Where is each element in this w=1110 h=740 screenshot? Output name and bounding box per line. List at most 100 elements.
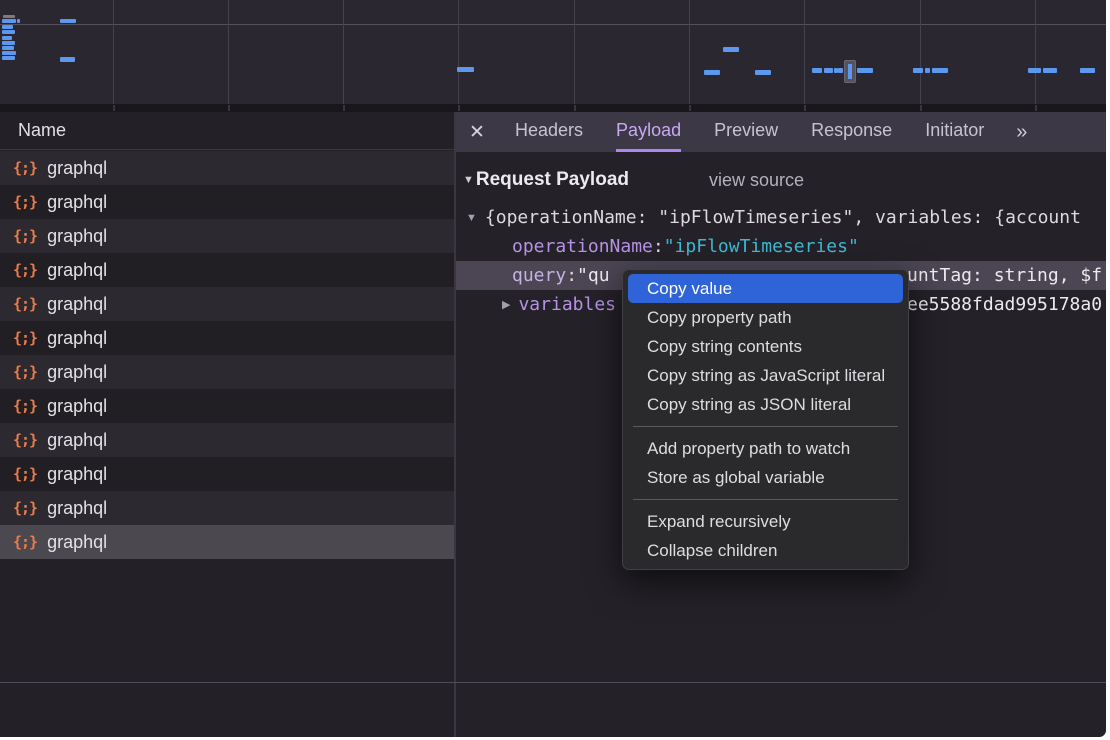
request-timing-bar: [2, 30, 15, 34]
braces-fetch-icon: {;}: [13, 227, 37, 245]
property-value-string: "ipFlowTimeseries": [664, 236, 859, 257]
payload-preview-text: {operationName: "ipFlowTimeseries", vari…: [485, 207, 1081, 228]
query-value-start: "qu: [577, 265, 610, 286]
request-name-label: graphql: [47, 328, 107, 349]
detail-tabbar: ✕ Headers Payload Preview Response Initiator…: [456, 112, 1106, 152]
network-overview-timeline[interactable]: [0, 0, 1106, 104]
request-row[interactable]: {;} graphql: [0, 389, 454, 423]
request-row[interactable]: {;}graphql: [0, 525, 454, 559]
summary-bar-divider: [0, 682, 1106, 683]
request-timing-bar: [457, 67, 474, 72]
colon: :: [653, 236, 664, 257]
braces-fetch-icon: {;}: [13, 397, 37, 415]
request-timing-bar: [913, 68, 923, 73]
request-payload-section-header[interactable]: ▼ Request Payload view source: [456, 165, 629, 195]
request-name-label: graphql: [47, 260, 107, 281]
request-name-label: graphql: [47, 362, 107, 383]
add-property-path-to-watch-menu-item[interactable]: Add property path to watch: [628, 434, 903, 463]
timeline-gridline: [343, 0, 344, 104]
request-row[interactable]: {;}graphql: [0, 321, 454, 355]
request-row[interactable]: {;}graphql: [0, 491, 454, 525]
operation-name-row[interactable]: operationName: "ipFlowTimeseries": [456, 232, 1106, 261]
copy-value-menu-item[interactable]: Copy value: [628, 274, 903, 303]
context-menu: Copy valueCopy property pathCopy string …: [622, 269, 909, 570]
request-row[interactable]: {;}graphql: [0, 219, 454, 253]
request-name-label: graphql: [47, 396, 107, 417]
tab-payload[interactable]: Payload: [616, 112, 681, 152]
request-row[interactable]: {;}graphql: [0, 253, 454, 287]
disclosure-triangle-icon[interactable]: ▼: [466, 212, 477, 224]
selected-request-marker: [844, 60, 856, 83]
detail-tabs: Headers Payload Preview Response Initiator: [515, 112, 984, 152]
collapse-children-menu-item[interactable]: Collapse children: [628, 536, 903, 565]
overview-divider-line: [0, 24, 1106, 25]
timeline-tick: [1035, 105, 1037, 111]
name-column-label: Name: [18, 120, 66, 141]
timeline-tick: [689, 105, 691, 111]
timeline-gridline: [689, 0, 690, 104]
overview-scale-strip: [0, 104, 1106, 112]
close-icon[interactable]: ✕: [469, 121, 493, 144]
property-key: query: [512, 265, 566, 286]
payload-root-row[interactable]: ▼ {operationName: "ipFlowTimeseries", va…: [456, 203, 1106, 232]
copy-string-as-json-literal-menu-item[interactable]: Copy string as JSON literal: [628, 390, 903, 419]
request-timing-bar: [2, 25, 13, 29]
request-timing-bar: [60, 19, 76, 23]
request-name-label: graphql: [47, 158, 107, 179]
timeline-gridline: [228, 0, 229, 104]
request-name-label: graphql: [47, 192, 107, 213]
property-key: operationName: [512, 236, 653, 257]
timeline-tick: [343, 105, 345, 111]
request-name-label: graphql: [47, 294, 107, 315]
overview-loading-bar: [3, 15, 15, 18]
request-timing-bar: [824, 68, 833, 73]
name-column-header[interactable]: Name: [0, 112, 454, 150]
braces-fetch-icon: {;}: [13, 193, 37, 211]
store-as-global-variable-menu-item[interactable]: Store as global variable: [628, 463, 903, 492]
property-key: variables: [518, 294, 616, 315]
request-payload-title: Request Payload: [476, 169, 629, 191]
copy-string-as-javascript-literal-menu-item[interactable]: Copy string as JavaScript literal: [628, 361, 903, 390]
devtools-window: Name {;} graphql {;} graphql {;} graphql {;} gr…: [0, 0, 1106, 737]
timeline-tick: [804, 105, 806, 111]
request-timing-bar: [1080, 68, 1095, 73]
request-timing-bar: [857, 68, 873, 73]
expand-recursively-menu-item[interactable]: Expand recursively: [628, 507, 903, 536]
request-timing-bar: [2, 19, 16, 23]
timeline-gridline: [804, 0, 805, 104]
request-row[interactable]: {;}graphql: [0, 287, 454, 321]
copy-property-path-menu-item[interactable]: Copy property path: [628, 303, 903, 332]
request-row[interactable]: {;}graphql: [0, 355, 454, 389]
timeline-tick: [228, 105, 230, 111]
request-timing-bar: [925, 68, 930, 73]
timeline-gridline: [920, 0, 921, 104]
request-timing-bar: [1028, 68, 1041, 73]
tab-response[interactable]: Response: [811, 112, 892, 152]
request-timing-bar: [755, 70, 771, 75]
network-main-area: Name {;} graphql {;} graphql {;} graphql {;} gr…: [0, 112, 1106, 737]
panel-split-divider[interactable]: [454, 112, 456, 737]
more-tabs-icon[interactable]: »: [1016, 121, 1025, 144]
request-row[interactable]: {;}graphql: [0, 151, 454, 185]
request-timing-bar: [2, 36, 12, 40]
braces-fetch-icon: {;}: [13, 465, 37, 483]
request-row[interactable]: {;}graphql: [0, 423, 454, 457]
request-row[interactable]: {;}graphql: [0, 457, 454, 491]
request-timing-bar: [1043, 68, 1057, 73]
request-row[interactable]: {;} graphql: [0, 185, 454, 219]
variables-value-fragment: ee5588fdad995178a0: [907, 290, 1102, 319]
disclosure-triangle-icon[interactable]: ▶: [502, 298, 510, 311]
view-source-link[interactable]: view source: [709, 170, 804, 191]
tab-preview[interactable]: Preview: [714, 112, 778, 152]
devtools-network-screenshot: Name {;} graphql {;} graphql {;} graphql {;} gr…: [0, 0, 1110, 740]
tab-headers[interactable]: Headers: [515, 112, 583, 152]
braces-fetch-icon: {;}: [13, 431, 37, 449]
copy-string-contents-menu-item[interactable]: Copy string contents: [628, 332, 903, 361]
request-timing-bar: [17, 19, 20, 23]
request-timing-bar: [60, 57, 75, 62]
timeline-tick: [113, 105, 115, 111]
braces-fetch-icon: {;}: [13, 499, 37, 517]
section-collapse-triangle-icon[interactable]: ▼: [463, 174, 474, 186]
request-timing-bar: [932, 68, 948, 73]
tab-initiator[interactable]: Initiator: [925, 112, 984, 152]
